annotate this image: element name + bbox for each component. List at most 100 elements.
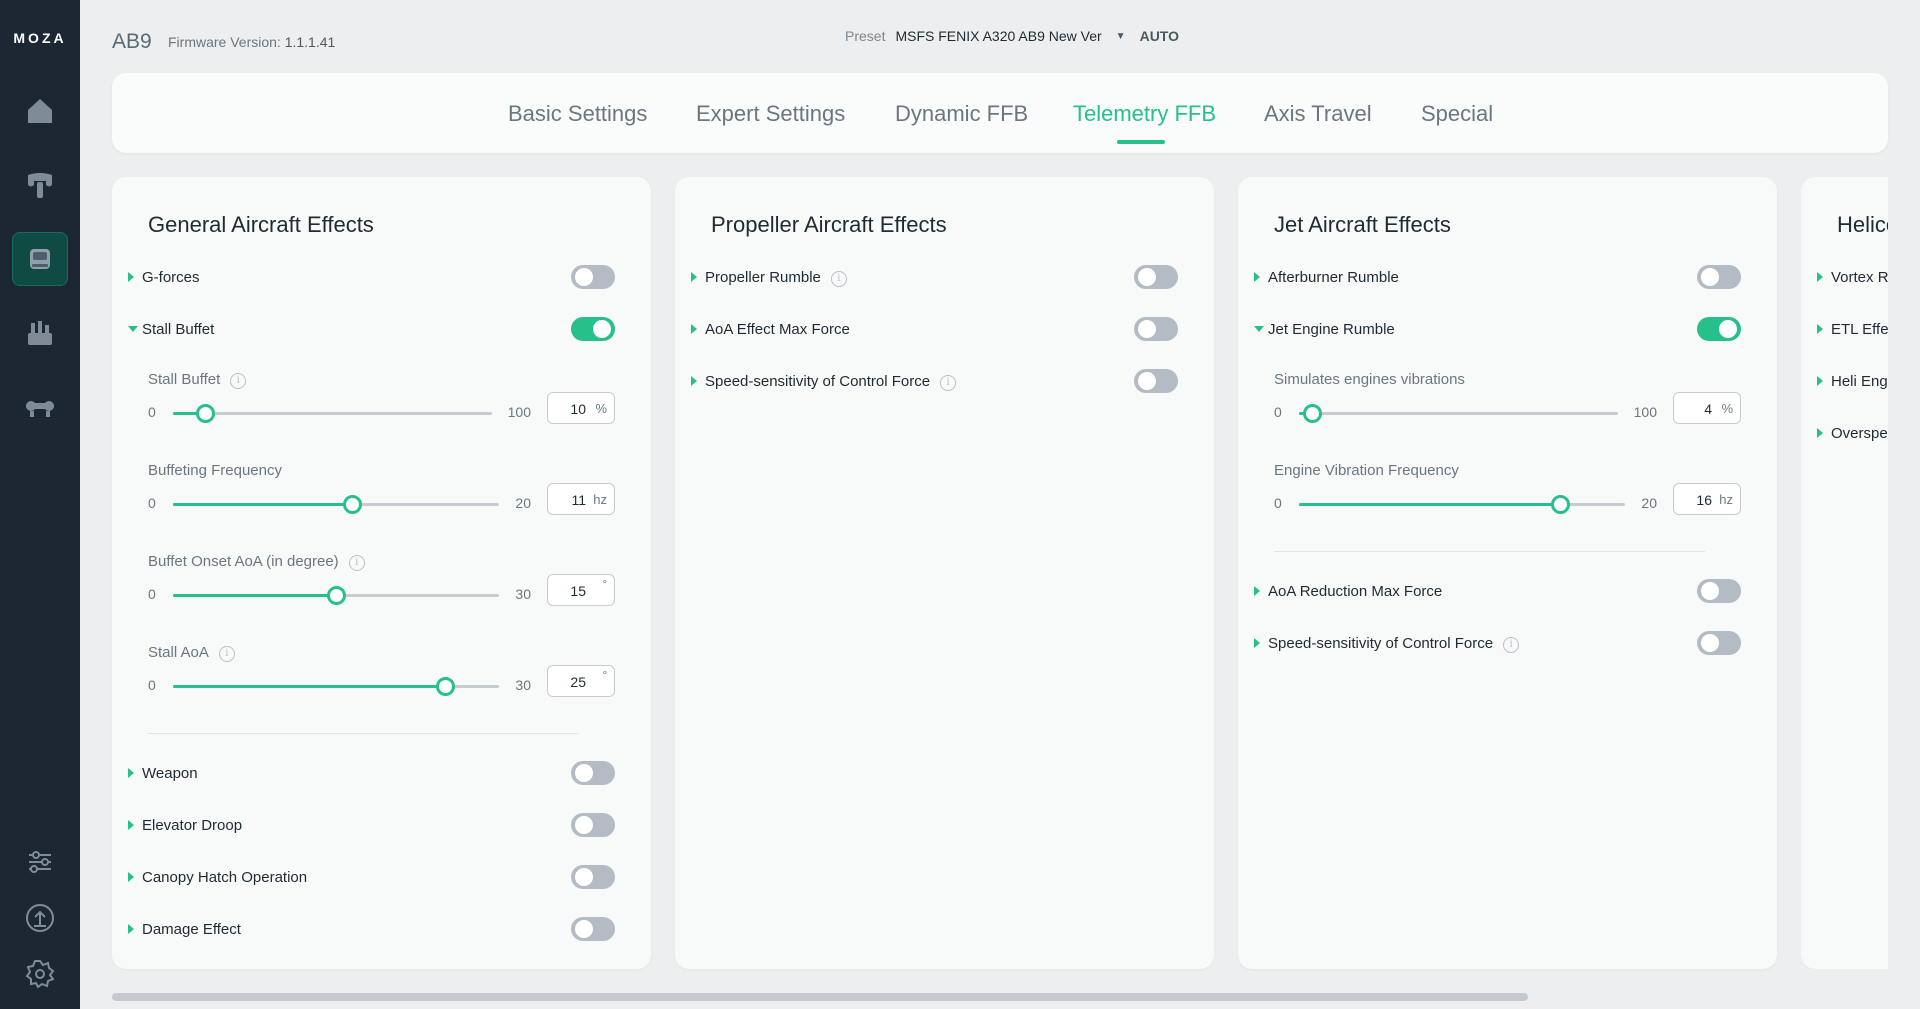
value-input[interactable]: 4% (1673, 392, 1741, 424)
preset-selector[interactable]: Preset MSFS FENIX A320 AB9 New Ver ▼ AUT… (845, 28, 1179, 44)
value-input[interactable]: 16 hz (1673, 483, 1741, 515)
toggle-stall-buffet[interactable] (571, 317, 615, 341)
row-label: ETL Effect (1831, 321, 1888, 338)
row-overspeed[interactable]: Overspeed (1817, 419, 1888, 449)
expand-arrow-icon[interactable] (128, 820, 134, 830)
preset-value[interactable]: MSFS FENIX A320 AB9 New Ver (895, 28, 1101, 44)
expand-arrow-icon[interactable] (1817, 428, 1823, 438)
expand-arrow-icon[interactable] (691, 324, 697, 334)
nav-rudder-pedals[interactable] (12, 380, 68, 434)
slider-track[interactable] (173, 404, 492, 423)
row-jet-engine-rumble[interactable]: Jet Engine Rumble (1254, 315, 1741, 345)
toggle-aoa-effect-max-force[interactable] (1134, 317, 1178, 341)
row-aoa-reduction-max-force[interactable]: AoA Reduction Max Force (1254, 577, 1741, 607)
horizontal-scrollbar[interactable] (112, 993, 1528, 1001)
value-text[interactable]: 4 (1704, 401, 1712, 417)
row-stall-buffet[interactable]: Stall Buffet (128, 315, 615, 345)
slider-thumb[interactable] (1550, 495, 1570, 514)
toggle-weapon[interactable] (571, 761, 615, 785)
nav-flight-yoke[interactable] (12, 158, 68, 212)
tab-telemetry-ffb[interactable]: Telemetry FFB (1073, 101, 1216, 127)
value-input[interactable]: 15 ° (547, 574, 615, 606)
toggle-aoa-reduction-max-force[interactable] (1697, 579, 1741, 603)
slider-track[interactable] (173, 677, 499, 696)
value-text[interactable]: 25 (570, 674, 586, 690)
slider-thumb[interactable] (1302, 404, 1322, 423)
sliders-icon[interactable] (24, 846, 56, 878)
row-elevator-droop[interactable]: Elevator Droop (128, 811, 615, 841)
info-icon[interactable]: i (348, 555, 365, 571)
row-weapon[interactable]: Weapon (128, 759, 615, 789)
value-input[interactable]: 25 ° (547, 665, 615, 697)
gear-icon[interactable] (24, 958, 56, 990)
chevron-down-icon[interactable]: ▼ (1116, 31, 1126, 42)
slider-track[interactable] (173, 586, 499, 605)
info-icon[interactable]: i (1503, 637, 1520, 653)
toggle-g-forces[interactable] (571, 265, 615, 289)
toggle-elevator-droop[interactable] (571, 813, 615, 837)
tab-special[interactable]: Special (1421, 101, 1493, 127)
tab-axis-travel[interactable]: Axis Travel (1264, 101, 1372, 127)
row-heli-engine[interactable]: Heli Engine (1817, 367, 1888, 397)
unit-text: ° (602, 670, 607, 682)
tab-expert-settings[interactable]: Expert Settings (696, 101, 845, 127)
info-icon[interactable]: i (940, 375, 957, 391)
expand-arrow-icon[interactable] (1817, 272, 1823, 282)
row-canopy-hatch-operation[interactable]: Canopy Hatch Operation (128, 863, 615, 893)
row-speed-sensitivity[interactable]: Speed-sensitivity of Control Force i (1254, 629, 1741, 659)
expand-arrow-icon[interactable] (128, 872, 134, 882)
toggle-speed-sensitivity[interactable] (1134, 369, 1178, 393)
row-aoa-effect-max-force[interactable]: AoA Effect Max Force (691, 315, 1178, 345)
row-vortex-ring[interactable]: Vortex Ring (1817, 263, 1888, 293)
expand-arrow-icon[interactable] (128, 768, 134, 778)
value-text[interactable]: 11 (571, 492, 586, 508)
info-icon[interactable]: i (218, 646, 235, 662)
tab-dynamic-ffb[interactable]: Dynamic FFB (895, 101, 1028, 127)
toggle-speed-sensitivity[interactable] (1697, 631, 1741, 655)
slider-thumb[interactable] (435, 677, 455, 696)
expand-arrow-icon[interactable] (1254, 586, 1260, 596)
toggle-jet-engine-rumble[interactable] (1697, 317, 1741, 341)
row-propeller-rumble[interactable]: Propeller Rumble i (691, 263, 1178, 293)
value-input[interactable]: 10% (547, 392, 615, 424)
expand-arrow-icon[interactable] (1817, 324, 1823, 334)
nav-home[interactable] (12, 84, 68, 138)
slider-thumb[interactable] (343, 495, 363, 514)
value-text[interactable]: 15 (570, 583, 586, 599)
value-text[interactable]: 16 (1696, 492, 1712, 508)
info-icon[interactable]: i (230, 373, 247, 389)
expand-arrow-icon[interactable] (128, 272, 134, 282)
row-speed-sensitivity[interactable]: Speed-sensitivity of Control Force i (691, 367, 1178, 397)
slider-min: 0 (1274, 495, 1282, 511)
row-g-forces[interactable]: G-forces (128, 263, 615, 293)
nav-joystick-base[interactable] (12, 232, 68, 286)
info-icon[interactable]: i (830, 271, 847, 287)
firmware-update-icon[interactable] (24, 902, 56, 934)
slider-thumb[interactable] (195, 404, 215, 423)
expand-arrow-icon[interactable] (1817, 376, 1823, 386)
slider-thumb[interactable] (327, 586, 346, 605)
value-input[interactable]: 11 hz (547, 483, 615, 515)
toggle-canopy-hatch-operation[interactable] (571, 865, 615, 889)
row-etl-effect[interactable]: ETL Effect (1817, 315, 1888, 345)
expand-arrow-icon[interactable] (128, 924, 134, 934)
toggle-afterburner-rumble[interactable] (1697, 265, 1741, 289)
expand-arrow-icon[interactable] (691, 376, 697, 386)
preset-auto-mode[interactable]: AUTO (1140, 28, 1179, 44)
unit-text: % (595, 401, 607, 416)
toggle-propeller-rumble[interactable] (1134, 265, 1178, 289)
collapse-arrow-icon[interactable] (128, 326, 138, 332)
slider-track[interactable] (1299, 495, 1625, 514)
row-damage-effect[interactable]: Damage Effect (128, 915, 615, 945)
value-text[interactable]: 10 (570, 401, 586, 417)
slider-track[interactable] (1299, 404, 1618, 423)
expand-arrow-icon[interactable] (1254, 638, 1260, 648)
expand-arrow-icon[interactable] (1254, 272, 1260, 282)
expand-arrow-icon[interactable] (691, 272, 697, 282)
collapse-arrow-icon[interactable] (1254, 326, 1264, 332)
nav-throttle[interactable] (12, 306, 68, 360)
row-afterburner-rumble[interactable]: Afterburner Rumble (1254, 263, 1741, 293)
tab-basic-settings[interactable]: Basic Settings (508, 101, 647, 127)
toggle-damage-effect[interactable] (571, 917, 615, 941)
slider-track[interactable] (173, 495, 499, 514)
